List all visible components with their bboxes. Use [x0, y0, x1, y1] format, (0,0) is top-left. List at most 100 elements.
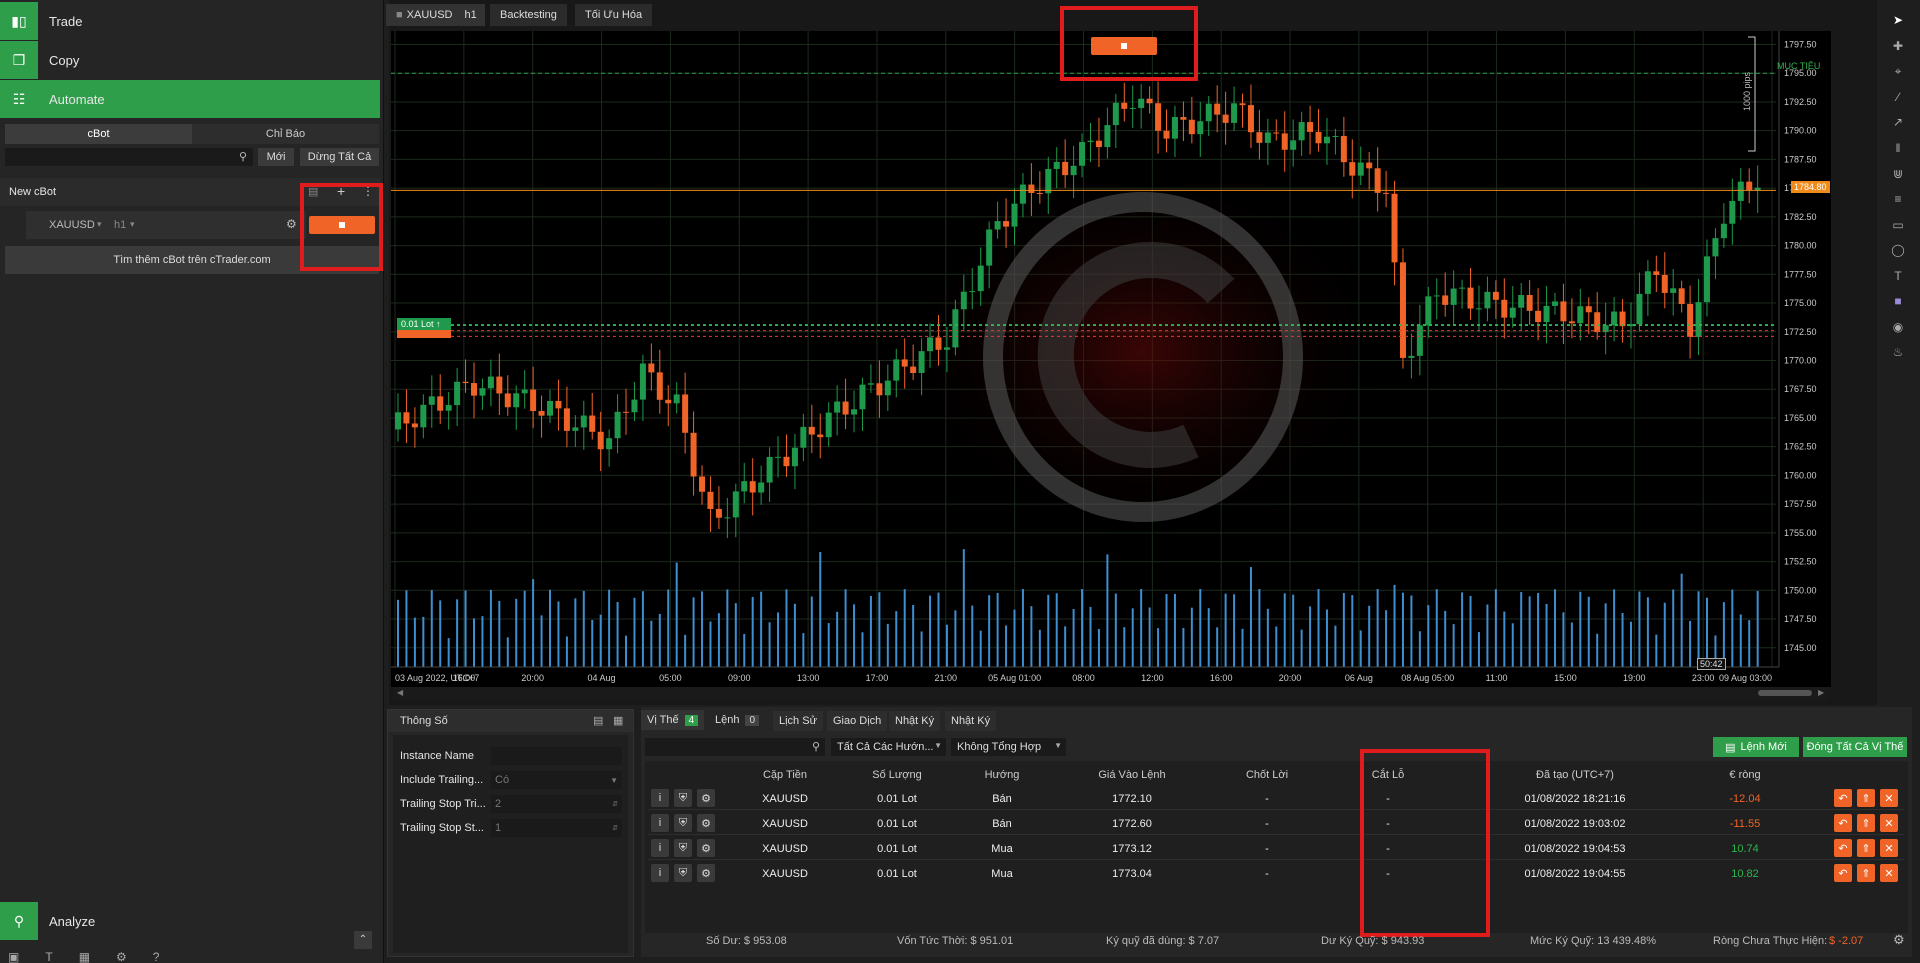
new-order-button[interactable]: ▤ Lệnh Mới: [1713, 737, 1799, 757]
chevron-down-icon[interactable]: ▾: [130, 219, 135, 230]
tab-history[interactable]: Lịch Sử: [773, 711, 823, 731]
stop-bot-button[interactable]: [309, 216, 375, 234]
tab-positions[interactable]: Vị Thế 4: [641, 710, 705, 730]
close-all-positions-button[interactable]: Đóng Tất Cả Vị Thế: [1803, 737, 1907, 757]
col-header-sl[interactable]: Cắt Lỗ: [1348, 769, 1428, 781]
new-cbot-button[interactable]: Mới: [258, 148, 294, 166]
info-icon[interactable]: i: [651, 789, 669, 807]
calendar-icon[interactable]: ▦: [79, 950, 90, 963]
gear-icon[interactable]: ⚙: [697, 814, 715, 832]
nav-copy[interactable]: ❐ Copy: [0, 41, 380, 79]
double-up-icon[interactable]: ⇑: [1857, 839, 1875, 857]
color-picker-icon[interactable]: ■: [1889, 293, 1907, 309]
more-icon[interactable]: ⋮: [362, 184, 374, 198]
close-icon[interactable]: ✕: [1880, 839, 1898, 857]
rectangle-icon[interactable]: ▭: [1889, 217, 1907, 233]
ray-icon[interactable]: ↗: [1889, 114, 1907, 130]
tab-chart[interactable]: ■ XAUUSD h1: [386, 4, 485, 26]
col-header-symbol[interactable]: Cặp Tiền: [745, 769, 825, 781]
tab-backtesting[interactable]: Backtesting: [490, 4, 567, 26]
col-header-tp[interactable]: Chốt Lời: [1227, 769, 1307, 781]
scrollbar-thumb[interactable]: [1758, 690, 1812, 696]
col-header-created[interactable]: Đã tạo (UTC+7): [1510, 769, 1640, 781]
camera-icon[interactable]: ◉: [1889, 319, 1907, 335]
reverse-icon[interactable]: ↶: [1834, 814, 1852, 832]
scroll-left-icon[interactable]: ◀: [397, 688, 403, 697]
search-input[interactable]: ⚲: [5, 148, 253, 166]
help-icon[interactable]: ?: [153, 950, 160, 963]
channel-icon[interactable]: ‖: [1889, 140, 1907, 156]
settings-icon[interactable]: ⚙: [1893, 932, 1905, 948]
nav-analyze[interactable]: ⚲ Analyze: [0, 902, 380, 940]
tab-log[interactable]: Nhật Ký: [945, 711, 997, 731]
param-stepper[interactable]: 2 ⇵: [491, 795, 622, 813]
scroll-right-icon[interactable]: ▶: [1818, 688, 1824, 697]
bell-icon[interactable]: ♨: [1889, 344, 1907, 360]
reverse-icon[interactable]: ↶: [1834, 839, 1852, 857]
tab-indicators[interactable]: Chỉ Báo: [192, 124, 379, 144]
direction-filter-select[interactable]: Tất Cả Các Hướn... ▼: [831, 738, 946, 756]
reverse-icon[interactable]: ↶: [1834, 789, 1852, 807]
chevron-down-icon[interactable]: ▾: [97, 219, 102, 230]
stop-all-button[interactable]: Dừng Tất Cả: [300, 148, 379, 166]
folder-icon[interactable]: ▤: [308, 185, 318, 198]
info-icon[interactable]: i: [651, 864, 669, 882]
ellipse-icon[interactable]: ◯: [1889, 242, 1907, 258]
settings-icon[interactable]: ⚙: [116, 950, 127, 963]
lot-label-buy[interactable]: 0.01 Lot ↑: [397, 318, 451, 330]
save-icon[interactable]: ▦: [613, 714, 623, 727]
close-icon[interactable]: ✕: [1880, 789, 1898, 807]
tab-optimize[interactable]: Tối Ưu Hóa: [575, 4, 653, 26]
gear-icon[interactable]: ⚙: [286, 217, 297, 231]
chart-stop-bot-button[interactable]: [1091, 37, 1157, 55]
positions-search-input[interactable]: ⚲: [645, 738, 825, 756]
briefcase-icon[interactable]: ▣: [8, 950, 19, 963]
pitchfork-icon[interactable]: ⋓: [1889, 166, 1907, 182]
tab-journal[interactable]: Nhật Ký: [889, 711, 941, 731]
gear-icon[interactable]: ⚙: [697, 789, 715, 807]
col-header-entry[interactable]: Giá Vào Lệnh: [1082, 769, 1182, 781]
measure-icon[interactable]: ⌖: [1889, 63, 1907, 79]
text-tool-icon[interactable]: T: [1889, 268, 1907, 284]
stepper-icon[interactable]: ⇵: [612, 824, 618, 832]
col-header-direction[interactable]: Hướng: [962, 769, 1042, 781]
group-filter-select[interactable]: Không Tổng Hợp ▼: [951, 738, 1066, 756]
gear-icon[interactable]: ⚙: [697, 864, 715, 882]
find-more-cbots-link[interactable]: Tìm thêm cBot trên cTrader.com: [5, 246, 379, 274]
info-icon[interactable]: i: [651, 839, 669, 857]
collapse-chevron-icon[interactable]: ⌃: [354, 931, 372, 949]
fibonacci-icon[interactable]: ≡: [1889, 191, 1907, 207]
info-icon[interactable]: i: [651, 814, 669, 832]
col-header-quantity[interactable]: Số Lượng: [857, 769, 937, 781]
shield-icon[interactable]: ⛨: [674, 789, 692, 807]
double-up-icon[interactable]: ⇑: [1857, 814, 1875, 832]
add-instance-icon[interactable]: +: [337, 183, 345, 199]
param-input[interactable]: [491, 747, 622, 765]
chart-scrollbar[interactable]: ◀ ▶: [393, 687, 1829, 699]
double-up-icon[interactable]: ⇑: [1857, 789, 1875, 807]
save-preset-icon[interactable]: ▤: [593, 714, 603, 727]
text-icon[interactable]: T: [45, 950, 52, 963]
param-stepper[interactable]: 1 ⇵: [491, 819, 622, 837]
shield-icon[interactable]: ⛨: [674, 814, 692, 832]
gear-icon[interactable]: ⚙: [697, 839, 715, 857]
tab-transactions[interactable]: Giao Dịch: [827, 711, 888, 731]
chart-canvas[interactable]: 1797.501795.001792.501790.001787.501785.…: [391, 31, 1831, 687]
reverse-icon[interactable]: ↶: [1834, 864, 1852, 882]
close-icon[interactable]: ✕: [1880, 814, 1898, 832]
tab-cbot[interactable]: cBot: [5, 124, 192, 144]
col-header-net[interactable]: € ròng: [1705, 769, 1785, 781]
lot-label-sell[interactable]: [397, 330, 451, 338]
nav-automate[interactable]: ☷ Automate: [0, 80, 380, 118]
param-select[interactable]: Có ▼: [491, 771, 622, 789]
cursor-icon[interactable]: ➤: [1889, 12, 1907, 28]
tab-orders[interactable]: Lệnh 0: [709, 710, 765, 730]
cbot-instance-row[interactable]: XAUUSD ▾ h1 ▾ ⚙: [26, 211, 306, 239]
cbot-row[interactable]: New cBot ▤ + ⋮: [0, 178, 380, 206]
trendline-icon[interactable]: ∕: [1889, 89, 1907, 105]
double-up-icon[interactable]: ⇑: [1857, 864, 1875, 882]
crosshair-icon[interactable]: ✚: [1889, 38, 1907, 54]
shield-icon[interactable]: ⛨: [674, 839, 692, 857]
nav-trade[interactable]: ▮▯ Trade: [0, 2, 380, 40]
stepper-icon[interactable]: ⇵: [612, 800, 618, 808]
